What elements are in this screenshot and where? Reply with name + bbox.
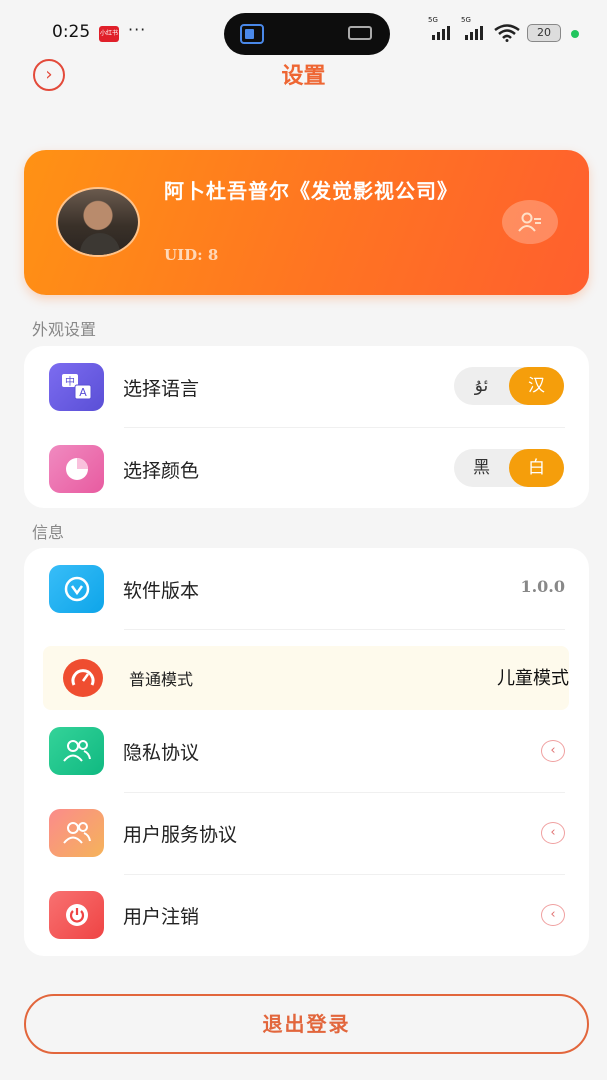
- language-option-uyghur[interactable]: ئۇ: [454, 367, 509, 405]
- language-toggle[interactable]: ئۇ 汉: [454, 367, 564, 405]
- color-option-black[interactable]: 黑: [454, 449, 509, 487]
- profile-name: 阿卜杜吾普尔《发觉影视公司》: [164, 179, 458, 203]
- language-label: 选择语言: [123, 378, 200, 400]
- svg-text:A: A: [79, 386, 87, 399]
- normal-mode-option[interactable]: 普通模式: [129, 666, 193, 690]
- privacy-indicator-icon: [571, 30, 579, 38]
- chevron-left-icon: ‹: [541, 740, 565, 762]
- user-edit-icon[interactable]: [502, 200, 558, 244]
- language-row[interactable]: 中 A 选择语言 ئۇ 汉: [24, 346, 589, 428]
- wifi-icon: [494, 24, 520, 42]
- version-value: 1.0.0: [520, 577, 565, 596]
- color-toggle[interactable]: 黑 白: [454, 449, 564, 487]
- language-option-chinese[interactable]: 汉: [509, 367, 564, 405]
- translate-icon: 中 A: [49, 363, 104, 411]
- more-notifications-icon: ···: [128, 20, 147, 39]
- divider: [124, 629, 565, 630]
- version-row[interactable]: 软件版本 1.0.0: [24, 548, 589, 630]
- privacy-row[interactable]: 隐私协议 ‹: [24, 710, 589, 792]
- pie-chart-icon: [49, 445, 104, 493]
- version-label: 软件版本: [123, 580, 200, 602]
- color-row[interactable]: 选择颜色 黑 白: [24, 428, 589, 510]
- signal-icon: 5G: [461, 16, 483, 40]
- svg-text:中: 中: [65, 375, 75, 388]
- laptop-icon: [348, 26, 372, 40]
- battery-icon: 20: [527, 24, 561, 42]
- appearance-card: 中 A 选择语言 ئۇ 汉 选择颜色 黑 白: [24, 346, 589, 508]
- section-label-info: 信息: [32, 523, 65, 542]
- cancel-account-label: 用户注销: [123, 906, 200, 928]
- users-icon: [49, 809, 104, 857]
- info-card: 软件版本 1.0.0 普通模式 儿童模式 隐私协议 ‹ 用户服务协议 ‹ 用户注…: [24, 548, 589, 956]
- service-label: 用户服务协议: [123, 824, 238, 846]
- status-bar: 0:25 小红书 ··· 5G 5G 20: [0, 0, 607, 66]
- check-v-icon: [49, 565, 104, 613]
- logout-button[interactable]: 退出登录: [24, 994, 589, 1054]
- privacy-label: 隐私协议: [123, 742, 200, 764]
- speedometer-icon: [63, 659, 103, 697]
- signal-icon: 5G: [428, 16, 450, 40]
- screen-mirror-icon: [240, 24, 264, 44]
- page-title: 设置: [281, 64, 326, 89]
- avatar[interactable]: [56, 187, 140, 257]
- status-time: 0:25: [52, 22, 91, 42]
- users-icon: [49, 727, 104, 775]
- chevron-left-icon: ‹: [541, 822, 565, 844]
- mode-row[interactable]: 普通模式 儿童模式: [43, 646, 569, 710]
- dynamic-island: [224, 13, 390, 55]
- power-icon: [49, 891, 104, 939]
- kids-mode-option[interactable]: 儿童模式: [497, 664, 569, 690]
- cancel-account-row[interactable]: 用户注销 ‹: [24, 874, 589, 956]
- profile-card[interactable]: 阿卜杜吾普尔《发觉影视公司》 UID: 8: [24, 150, 589, 295]
- app-notification-icon: 小红书: [99, 26, 119, 42]
- color-option-white[interactable]: 白: [509, 449, 564, 487]
- section-label-appearance: 外观设置: [32, 320, 97, 339]
- color-label: 选择颜色: [123, 460, 200, 482]
- profile-uid: UID: 8: [164, 246, 219, 264]
- chevron-left-icon: ‹: [541, 904, 565, 926]
- service-row[interactable]: 用户服务协议 ‹: [24, 792, 589, 874]
